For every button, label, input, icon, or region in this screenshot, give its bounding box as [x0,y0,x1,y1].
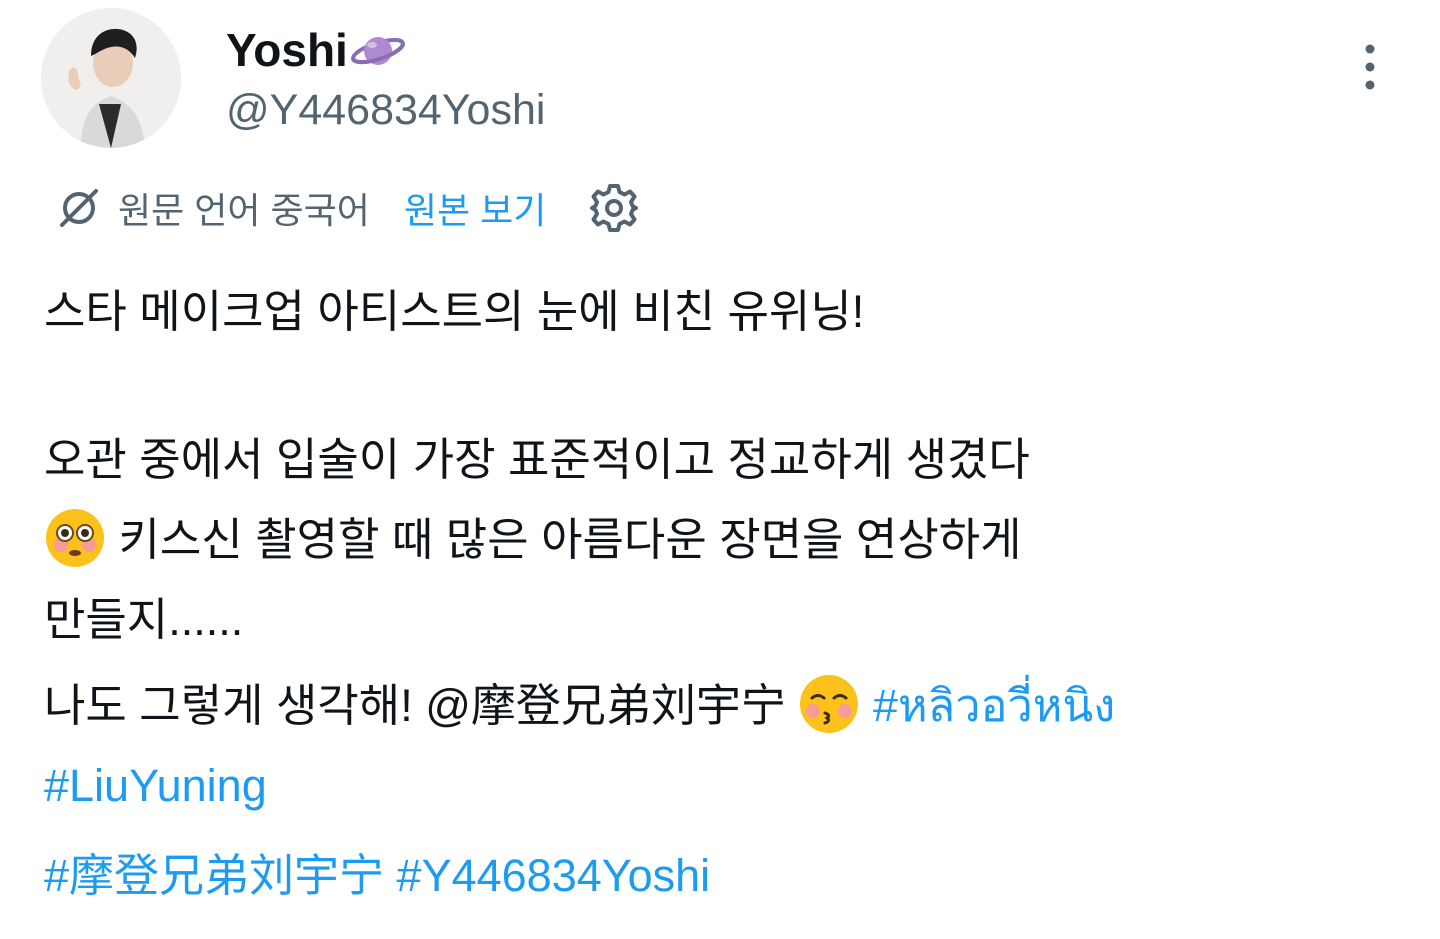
tweet-line-5-text: 나도 그렇게 생각해! [44,680,426,731]
display-name-text: Yoshi [226,24,348,76]
hashtag-thai[interactable]: #หลิวอวี่หนิง [873,680,1115,731]
more-options-icon[interactable] [1352,40,1388,94]
kissing-face-emoji-icon [800,675,859,733]
gear-icon[interactable] [588,182,640,234]
tweet-line-3: 키스신 촬영할 때 많은 아름다운 장면을 연상하게 [44,500,1404,580]
tweet-line-7: #摩登兄弟刘宇宁 #Y446834Yoshi [44,836,1404,916]
translate-icon [60,189,98,227]
tweet-text: 스타 메이크업 아티스트의 눈에 비친 유위닝! 오관 중에서 입술이 가장 표… [44,272,1404,916]
avatar[interactable] [41,8,181,148]
tweet-line-3-text: 키스신 촬영할 때 많은 아름다운 장면을 연상하게 [106,514,1022,565]
hashtag-chinese[interactable]: #摩登兄弟刘宇宁 [44,850,384,901]
original-language-label: 원문 언어 중국어 [118,190,370,231]
hashtag-liuyuning[interactable]: #LiuYuning [44,760,267,811]
show-original-link[interactable]: 원본 보기 [404,182,546,234]
hashtag-handle[interactable]: #Y446834Yoshi [397,850,711,901]
translation-bar: 원문 언어 중국어 원본 보기 [56,180,640,236]
tweet-line-1: 스타 메이크업 아티스트의 눈에 비친 유위닝! [44,286,865,337]
user-handle[interactable]: @Y446834Yoshi [226,82,545,138]
tweet-line-6: #LiuYuning [44,746,1404,826]
mention-text: @摩登兄弟刘宇宁 [425,680,786,731]
display-name[interactable]: Yoshi [226,22,406,78]
tweet-line-4: 만들지...... [44,594,244,645]
ringed-planet-icon [350,37,405,65]
avatar-photo [41,8,181,148]
flushed-face-emoji-icon [46,509,104,567]
tweet-line-2: 오관 중에서 입술이 가장 표준적이고 정교하게 생겼다 [44,434,1030,485]
tweet-line-5: 나도 그렇게 생각해! @摩登兄弟刘宇宁 #หลิวอวี่หนิง [44,666,1404,746]
